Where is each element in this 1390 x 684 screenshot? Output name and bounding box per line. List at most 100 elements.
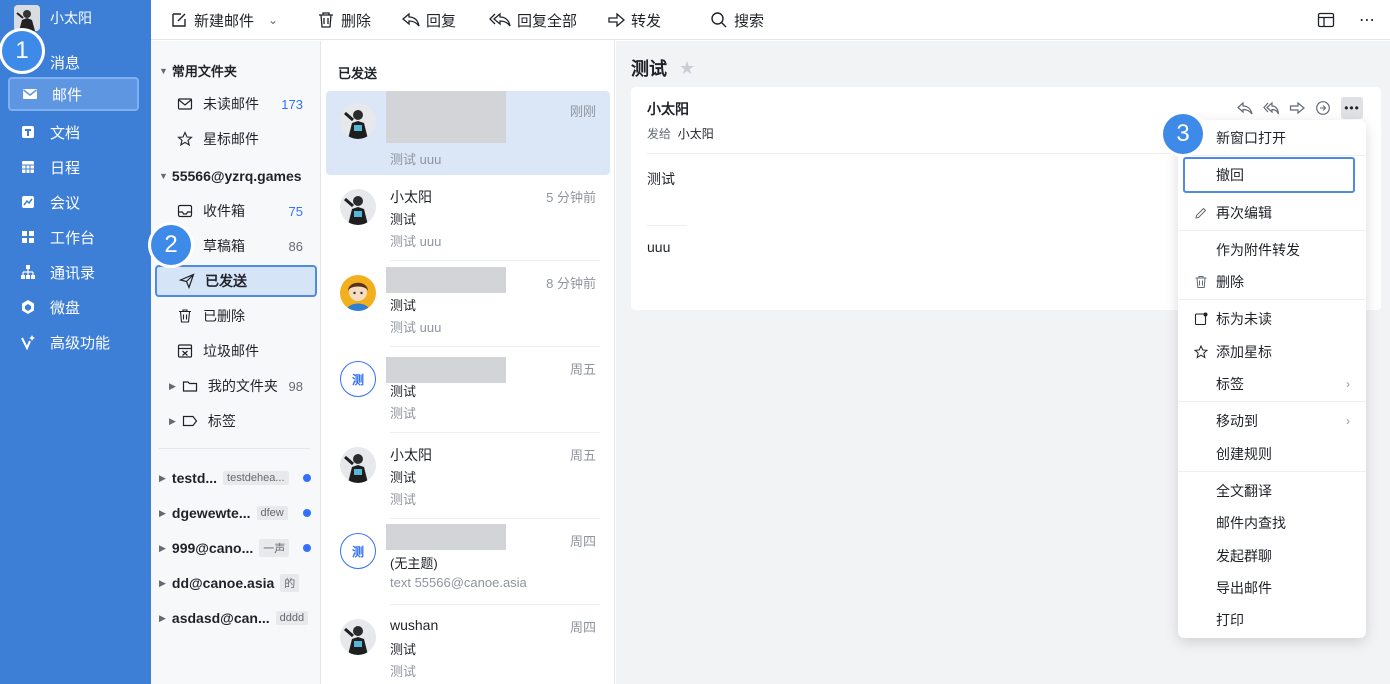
menu-item-mark-unread[interactable]: 标为未读 bbox=[1178, 304, 1366, 334]
compose-button[interactable]: 新建邮件 ⌄ bbox=[170, 0, 278, 40]
spam-icon bbox=[177, 344, 193, 358]
account-name: dd@canoe.asia bbox=[171, 575, 275, 591]
sender-avatar bbox=[340, 447, 376, 483]
to-name[interactable]: 小太阳 bbox=[678, 127, 714, 141]
account-item[interactable]: ▶ asdasd@can... dddd bbox=[159, 605, 319, 631]
forward-icon[interactable] bbox=[1289, 100, 1305, 116]
folder-unread[interactable]: 未读邮件 173 bbox=[155, 88, 317, 120]
mail-row[interactable]: 刚刚 测试 uuu bbox=[326, 91, 610, 175]
mail-preview: 测试 uuu bbox=[390, 152, 442, 167]
nav-item-workbench[interactable]: 工作台 bbox=[8, 220, 139, 254]
mail-list: 已发送 刚刚 测试 uuu 小太阳 5 分钟前 测试 测试 uuu 8 分钟前 … bbox=[322, 41, 615, 684]
mail-row[interactable]: wushan 周四 测试 测试 bbox=[326, 607, 610, 684]
divider bbox=[1178, 299, 1366, 300]
pencil-icon bbox=[1195, 207, 1207, 219]
common-folders-header[interactable]: ▼ 常用文件夹 bbox=[159, 61, 237, 80]
trash-icon bbox=[1195, 276, 1207, 288]
left-nav: 小太阳 消息 邮件 文档 日程 会议 工作台 通讯录 微盘 高级功能 bbox=[0, 0, 151, 684]
folder-tags[interactable]: ▶ 标签 bbox=[155, 405, 317, 437]
calendar-icon bbox=[20, 159, 36, 175]
mail-subject: 测试 bbox=[390, 470, 417, 485]
menu-item-add-star[interactable]: 添加星标 bbox=[1178, 337, 1366, 367]
nav-item-contacts[interactable]: 通讯录 bbox=[8, 255, 139, 289]
menu-label: 创建规则 bbox=[1216, 446, 1272, 462]
folder-starred[interactable]: 星标邮件 bbox=[155, 123, 317, 155]
menu-item-translate[interactable]: 全文翻译 bbox=[1178, 476, 1366, 506]
account-header[interactable]: ▼ 55566@yzrq.games bbox=[159, 168, 302, 184]
nav-item-drive[interactable]: 微盘 bbox=[8, 290, 139, 324]
nav-item-mail[interactable]: 邮件 bbox=[8, 77, 139, 111]
reply-icon[interactable] bbox=[1237, 100, 1253, 116]
mail-row[interactable]: 小太阳 5 分钟前 测试 测试 uuu bbox=[326, 177, 610, 261]
divider bbox=[1178, 471, 1366, 472]
mail-row[interactable]: 测 周四 (无主题) text 55566@canoe.asia bbox=[326, 521, 610, 605]
menu-item-create-rule[interactable]: 创建规则 bbox=[1178, 439, 1366, 469]
account-item[interactable]: ▶ testd... testdehea... bbox=[159, 465, 319, 491]
redacted-block bbox=[386, 524, 506, 550]
folder-count: 75 bbox=[288, 203, 303, 219]
mail-time: 8 分钟前 bbox=[546, 276, 596, 291]
mail-row[interactable]: 测 周五 测试 测试 bbox=[326, 349, 610, 433]
unread-mail-icon bbox=[177, 98, 193, 110]
menu-item-forward-as-attachment[interactable]: 作为附件转发 bbox=[1178, 235, 1366, 265]
menu-item-edit-again[interactable]: 再次编辑 bbox=[1178, 198, 1366, 228]
folder-deleted[interactable]: 已删除 bbox=[155, 300, 317, 332]
nav-item-meeting[interactable]: 会议 bbox=[8, 185, 139, 219]
chevron-down-icon[interactable]: ⌄ bbox=[268, 13, 278, 27]
folder-label: 我的文件夹 bbox=[207, 378, 278, 394]
menu-label: 全文翻译 bbox=[1216, 483, 1272, 499]
divider bbox=[1178, 401, 1366, 402]
layout-toggle-button[interactable] bbox=[1317, 0, 1335, 40]
more-options-button[interactable]: ⋯ bbox=[1359, 0, 1377, 40]
menu-item-start-group-chat[interactable]: 发起群聊 bbox=[1178, 541, 1366, 571]
search-button[interactable]: 搜索 bbox=[710, 0, 764, 40]
row-divider bbox=[390, 518, 600, 519]
more-actions-button[interactable]: ••• bbox=[1341, 97, 1363, 119]
reply-button[interactable]: 回复 bbox=[402, 0, 456, 40]
nav-label: 文档 bbox=[50, 124, 81, 142]
folder-label: 收件箱 bbox=[203, 203, 245, 219]
menu-item-recall[interactable]: 撤回 bbox=[1183, 157, 1355, 193]
menu-item-export[interactable]: 导出邮件 bbox=[1178, 573, 1366, 603]
nav-item-calendar[interactable]: 日程 bbox=[8, 150, 139, 184]
menu-item-find-in-mail[interactable]: 邮件内查找 bbox=[1178, 508, 1366, 538]
folder-sent[interactable]: 已发送 bbox=[155, 265, 317, 297]
delete-button[interactable]: 删除 bbox=[317, 0, 371, 40]
context-menu: 新窗口打开 撤回 再次编辑 作为附件转发 删除 标为未读 添加星标 标签 › 移… bbox=[1178, 120, 1366, 638]
folder-inbox[interactable]: 收件箱 75 bbox=[155, 195, 317, 227]
menu-item-open-new-window[interactable]: 新窗口打开 bbox=[1178, 123, 1366, 153]
nav-label: 会议 bbox=[50, 194, 81, 212]
mail-row[interactable]: 小太阳 周五 测试 测试 bbox=[326, 435, 610, 519]
reply-all-icon[interactable] bbox=[1263, 100, 1279, 116]
account-item[interactable]: ▶ 999@cano... 一声 bbox=[159, 535, 319, 561]
forward-label: 转发 bbox=[631, 12, 662, 30]
toolbar: 新建邮件 ⌄ 删除 回复 回复全部 转发 搜索 ⋯ bbox=[151, 0, 1390, 40]
user-profile[interactable]: 小太阳 bbox=[14, 5, 92, 31]
star-icon bbox=[177, 131, 193, 147]
account-item[interactable]: ▶ dgewewte... dfew bbox=[159, 500, 319, 526]
menu-item-tags[interactable]: 标签 › bbox=[1178, 369, 1366, 399]
folder-pane: ▼ 常用文件夹 未读邮件 173 星标邮件 ▼ 55566@yzrq.games… bbox=[151, 41, 321, 684]
menu-label: 打印 bbox=[1216, 612, 1244, 628]
forward-button[interactable]: 转发 bbox=[607, 0, 661, 40]
account-item[interactable]: ▶ dd@canoe.asia 的 bbox=[159, 570, 319, 596]
menu-item-delete[interactable]: 删除 bbox=[1178, 267, 1366, 297]
send-icon bbox=[179, 273, 195, 289]
mail-icon bbox=[22, 86, 38, 102]
mail-from[interactable]: 小太阳 bbox=[647, 99, 689, 119]
menu-item-move-to[interactable]: 移动到 › bbox=[1178, 406, 1366, 436]
reply-all-button[interactable]: 回复全部 bbox=[489, 0, 577, 40]
nav-item-advanced[interactable]: 高级功能 bbox=[8, 325, 139, 359]
account-name: dgewewte... bbox=[171, 505, 251, 521]
folder-my-folders[interactable]: ▶ 我的文件夹 98 bbox=[155, 370, 317, 402]
nav-label: 工作台 bbox=[50, 229, 96, 247]
chat-reply-icon[interactable] bbox=[1315, 100, 1331, 116]
menu-item-print[interactable]: 打印 bbox=[1178, 605, 1366, 635]
star-icon[interactable]: ★ bbox=[679, 58, 695, 79]
account-tag: dddd bbox=[275, 611, 309, 625]
caret-right-icon: ▶ bbox=[159, 612, 166, 623]
folder-spam[interactable]: 垃圾邮件 bbox=[155, 335, 317, 367]
folder-label: 垃圾邮件 bbox=[203, 343, 259, 359]
nav-item-docs[interactable]: 文档 bbox=[8, 115, 139, 149]
mail-row[interactable]: 8 分钟前 测试 测试 uuu bbox=[326, 263, 610, 347]
